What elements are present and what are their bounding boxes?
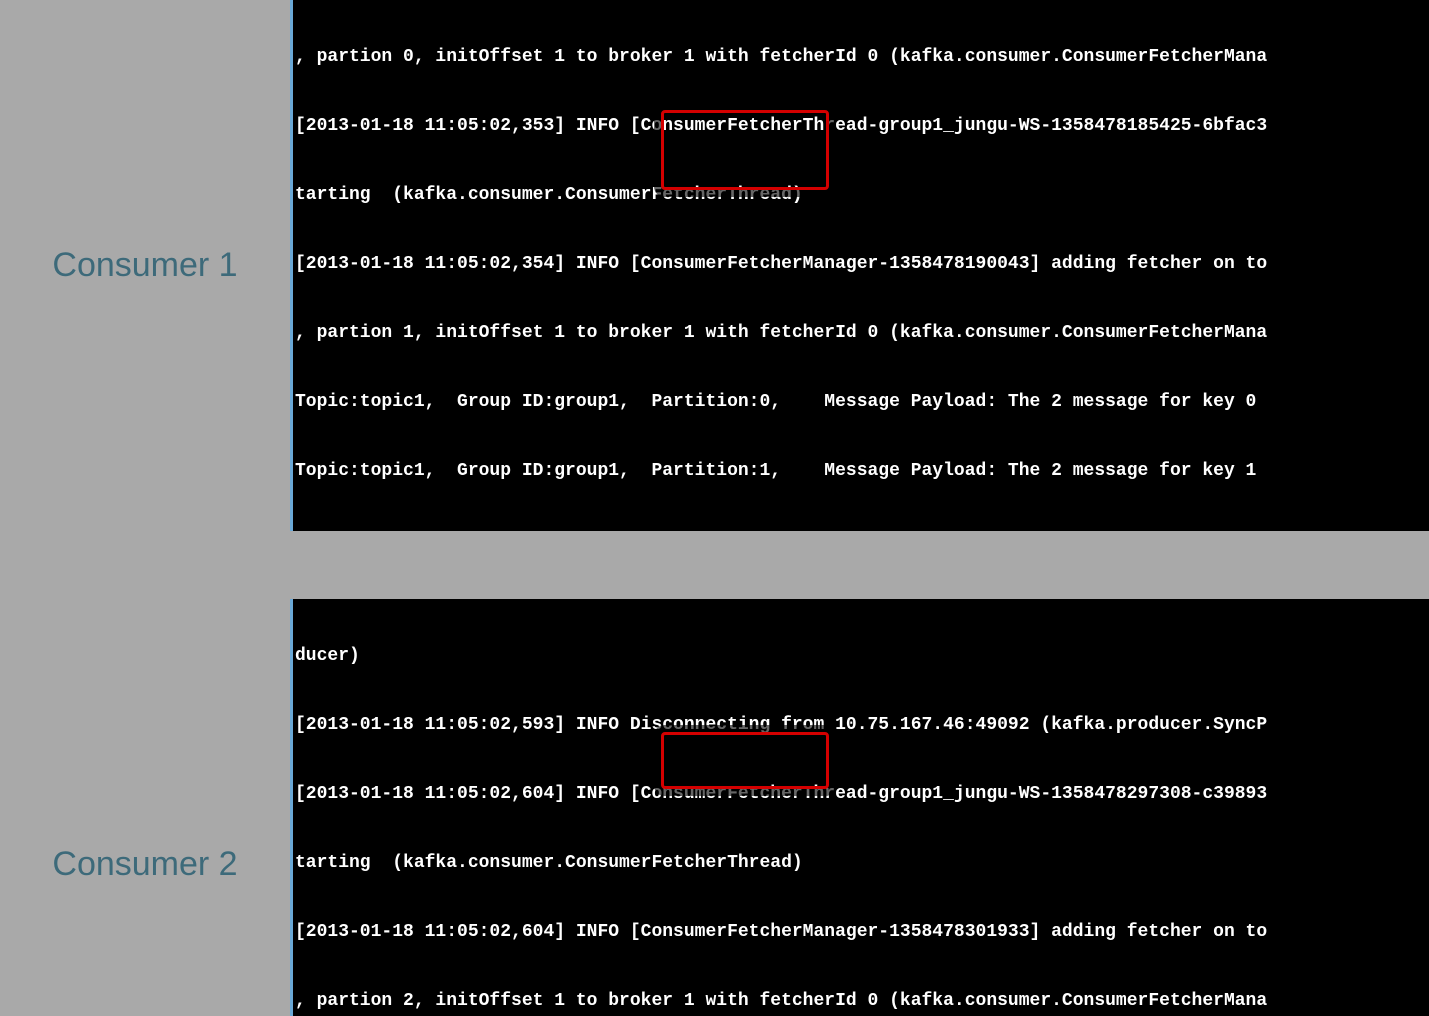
log-line: , partion 0, initOffset 1 to broker 1 wi… xyxy=(295,46,1427,69)
consumer2-panel: Consumer 2 ducer) [2013-01-18 11:05:02,5… xyxy=(0,599,1429,1016)
log-line: [2013-01-18 11:05:02,354] INFO [Consumer… xyxy=(295,253,1427,276)
consumer1-terminal-wrap: , partion 0, initOffset 1 to broker 1 wi… xyxy=(290,0,1429,531)
log-line: Topic:topic1, Group ID:group1, Partition… xyxy=(295,460,1427,483)
consumer1-terminal: , partion 0, initOffset 1 to broker 1 wi… xyxy=(290,0,1429,531)
log-line: tarting (kafka.consumer.ConsumerFetcherT… xyxy=(295,852,1427,875)
consumer1-label: Consumer 1 xyxy=(0,246,290,285)
log-line: [2013-01-18 11:05:02,604] INFO [Consumer… xyxy=(295,921,1427,944)
consumer2-terminal: ducer) [2013-01-18 11:05:02,593] INFO Di… xyxy=(290,599,1429,1016)
log-line: Topic:topic1, Group ID:group1, Partition… xyxy=(295,391,1427,414)
log-line: [2013-01-18 11:05:02,353] INFO [Consumer… xyxy=(295,115,1427,138)
log-line: ducer) xyxy=(295,645,1427,668)
consumer2-label: Consumer 2 xyxy=(0,845,290,884)
log-line: [2013-01-18 11:05:02,593] INFO Disconnec… xyxy=(295,714,1427,737)
consumer1-panel: Consumer 1 , partion 0, initOffset 1 to … xyxy=(0,0,1429,531)
log-line: , partion 2, initOffset 1 to broker 1 wi… xyxy=(295,990,1427,1013)
consumer2-terminal-wrap: ducer) [2013-01-18 11:05:02,593] INFO Di… xyxy=(290,599,1429,1016)
log-line: tarting (kafka.consumer.ConsumerFetcherT… xyxy=(295,184,1427,207)
log-line: [2013-01-18 11:05:02,604] INFO [Consumer… xyxy=(295,783,1427,806)
log-line: , partion 1, initOffset 1 to broker 1 wi… xyxy=(295,322,1427,345)
